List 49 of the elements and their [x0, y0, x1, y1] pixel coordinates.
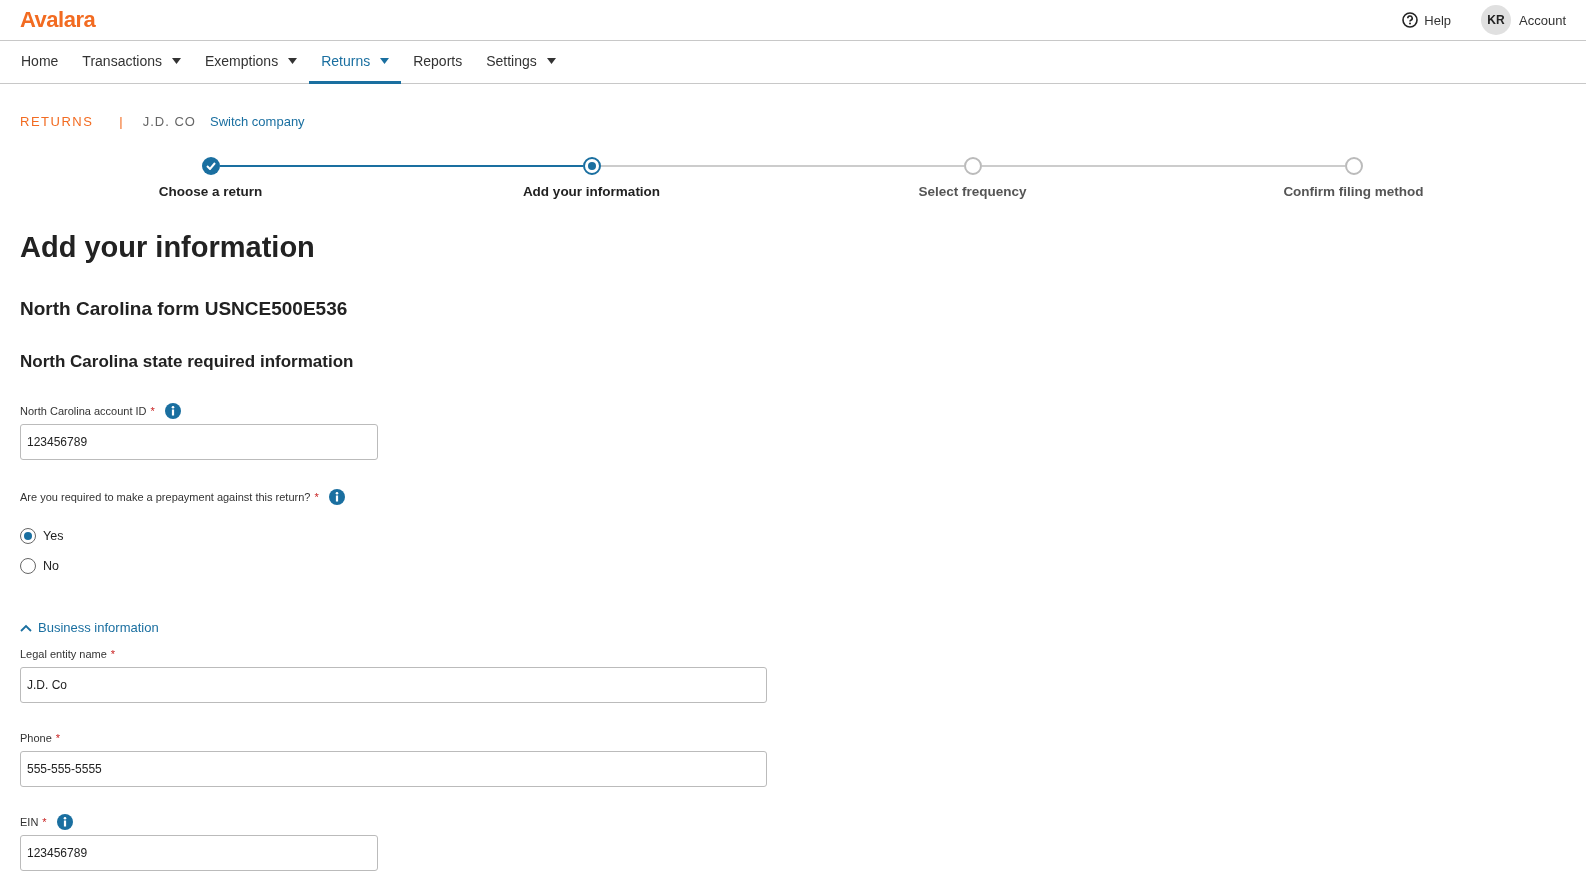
text-field[interactable]: J.D. Co	[20, 667, 767, 703]
step-label: Choose a return	[158, 184, 263, 199]
required-mark: *	[314, 491, 319, 503]
step-label: Add your information	[522, 184, 661, 199]
step-marker	[963, 157, 982, 175]
avatar[interactable]: KR	[1481, 5, 1511, 35]
help-link[interactable]: Help	[1424, 12, 1451, 28]
field-label: Phone	[20, 732, 52, 744]
form-title: North Carolina form USNCE500E536	[20, 298, 349, 320]
caret-icon	[546, 58, 556, 64]
info-icon[interactable]	[164, 403, 181, 419]
info-icon[interactable]	[328, 489, 345, 505]
required-mark: *	[42, 816, 47, 828]
company-name: J.D. CO	[142, 113, 196, 129]
accordion-header[interactable]: Business information	[20, 620, 1566, 635]
nav-tab[interactable]: Reports	[401, 41, 475, 84]
nav-tab[interactable]: Returns	[309, 41, 402, 84]
separator: |	[119, 113, 123, 129]
required-mark: *	[55, 732, 61, 744]
radio-option[interactable]: Yes	[20, 528, 1566, 544]
help-icon[interactable]	[1402, 12, 1419, 28]
section-label: RETURNS	[20, 113, 94, 129]
page-title: Add your information	[20, 231, 316, 264]
text-field[interactable]: 123456789	[20, 424, 378, 460]
step-label: Confirm filing method	[1283, 184, 1424, 199]
text-field[interactable]: 123456789	[20, 835, 378, 871]
nav-tab[interactable]: Exemptions	[193, 41, 310, 84]
step-marker	[1344, 157, 1363, 175]
caret-icon	[288, 58, 298, 64]
radio-option[interactable]: No	[20, 558, 1566, 574]
required-mark: *	[110, 648, 116, 660]
field-label: North Carolina account ID	[20, 405, 147, 417]
field-label: Legal entity name	[20, 648, 107, 660]
question-label: Are you required to make a prepayment against this return?	[20, 491, 311, 503]
nav-tab[interactable]: Home	[9, 41, 71, 84]
info-icon[interactable]	[56, 814, 73, 830]
switch-company-link[interactable]: Switch company	[209, 113, 305, 129]
nav-tab[interactable]: Settings	[474, 41, 568, 84]
chevron-icon	[20, 623, 32, 632]
required-mark: *	[150, 405, 155, 417]
caret-icon	[380, 58, 390, 64]
account-link[interactable]: Account	[1519, 12, 1566, 28]
check-icon	[205, 162, 216, 170]
step-label: Select frequency	[918, 184, 1027, 199]
text-field[interactable]: 555-555-5555	[20, 751, 767, 787]
nav-tab[interactable]: Transactions	[70, 41, 193, 84]
caret-icon	[172, 58, 181, 64]
field-label: EIN	[20, 816, 39, 828]
section-title: North Carolina state required information	[20, 352, 355, 372]
